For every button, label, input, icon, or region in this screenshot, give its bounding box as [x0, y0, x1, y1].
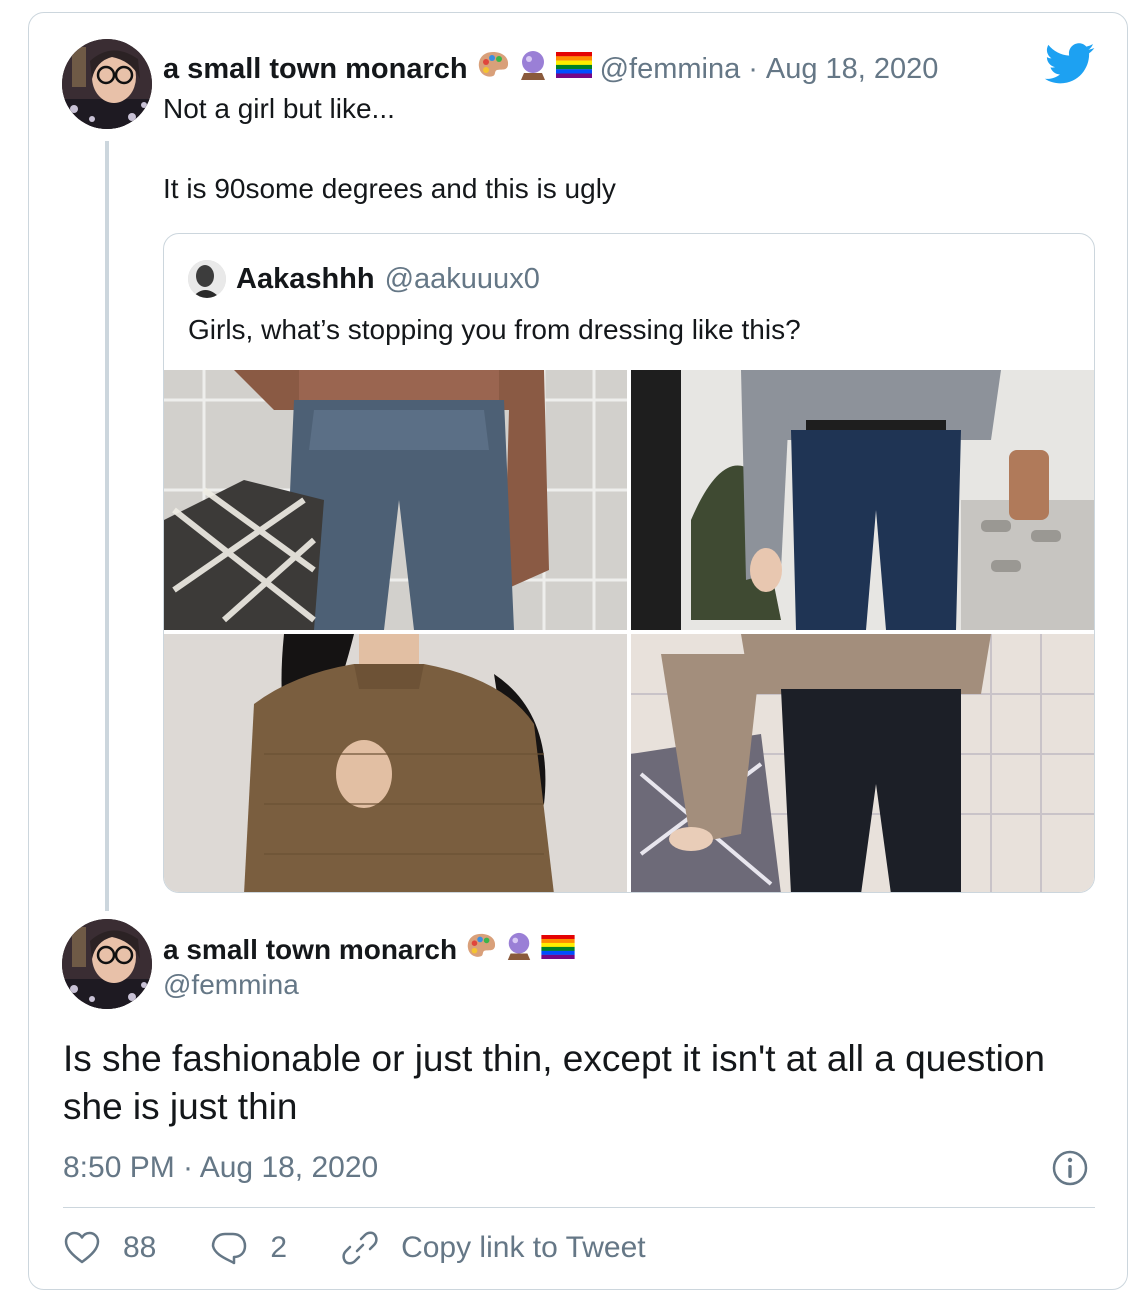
crystal-ball-icon [518, 49, 548, 89]
tweet-actions: 88 2 Copy link to Tweet [63, 1229, 700, 1267]
palette-icon [476, 50, 510, 88]
link-icon [342, 1231, 378, 1265]
quoted-tweet[interactable]: Aakashhh @aakuuux0 Girls, what’s stoppin… [163, 233, 1095, 893]
rainbow-flag-icon [555, 52, 592, 86]
author-handle[interactable]: @femmina [600, 53, 741, 86]
quoted-author-handle: @aakuuux0 [384, 262, 540, 295]
reply-author-handle[interactable]: @femmina [163, 969, 299, 1001]
tweet-text-line-1: Not a girl but like... [163, 93, 395, 124]
photo-brown-sweater[interactable] [164, 634, 627, 892]
author-name[interactable]: a small town monarch [163, 53, 468, 86]
reply-button[interactable]: 2 [210, 1229, 287, 1267]
tweet-card: a small town monarch @femmina · Aug 18, … [28, 12, 1128, 1290]
tweet-text-line-2: It is 90some degrees and this is ugly [163, 173, 616, 204]
speech-bubble-icon [212, 1232, 247, 1265]
quoted-author-name: Aakashhh [236, 262, 375, 295]
quoted-tweet-header: Aakashhh @aakuuux0 [188, 260, 540, 298]
reply-author-name[interactable]: a small town monarch [163, 934, 457, 966]
photo-grid [164, 370, 1094, 892]
twitter-bird-icon[interactable] [1044, 43, 1096, 85]
like-button[interactable]: 88 [63, 1229, 156, 1267]
info-icon[interactable] [1051, 1149, 1089, 1187]
rainbow-flag-icon [541, 934, 575, 966]
palette-icon [465, 932, 497, 967]
crystal-ball-icon [505, 931, 533, 968]
reply-count: 2 [270, 1231, 288, 1264]
like-count: 88 [123, 1231, 157, 1264]
copy-link-button[interactable]: Copy link to Tweet [341, 1229, 646, 1267]
tweet-header: a small town monarch @femmina · Aug 18, … [163, 49, 938, 89]
avatar[interactable] [62, 39, 152, 129]
reply-header: a small town monarch [163, 931, 575, 968]
quoted-avatar [188, 260, 226, 298]
tweet-date[interactable]: Aug 18, 2020 [766, 53, 939, 86]
reply-text: Is she fashionable or just thin, except … [63, 1038, 1045, 1127]
separator: · [748, 52, 758, 85]
copy-link-label: Copy link to Tweet [401, 1231, 646, 1264]
reply-timestamp[interactable]: 8:50 PM · Aug 18, 2020 [63, 1151, 378, 1185]
divider [63, 1207, 1095, 1208]
reply-avatar[interactable] [62, 919, 152, 1009]
thread-line [105, 141, 109, 911]
photo-black-pants[interactable] [631, 634, 1094, 892]
photo-jeans-plaid[interactable] [164, 370, 627, 630]
photo-blue-jeans[interactable] [631, 370, 1094, 630]
quoted-tweet-text: Girls, what’s stopping you from dressing… [188, 314, 801, 345]
heart-icon [64, 1231, 100, 1264]
